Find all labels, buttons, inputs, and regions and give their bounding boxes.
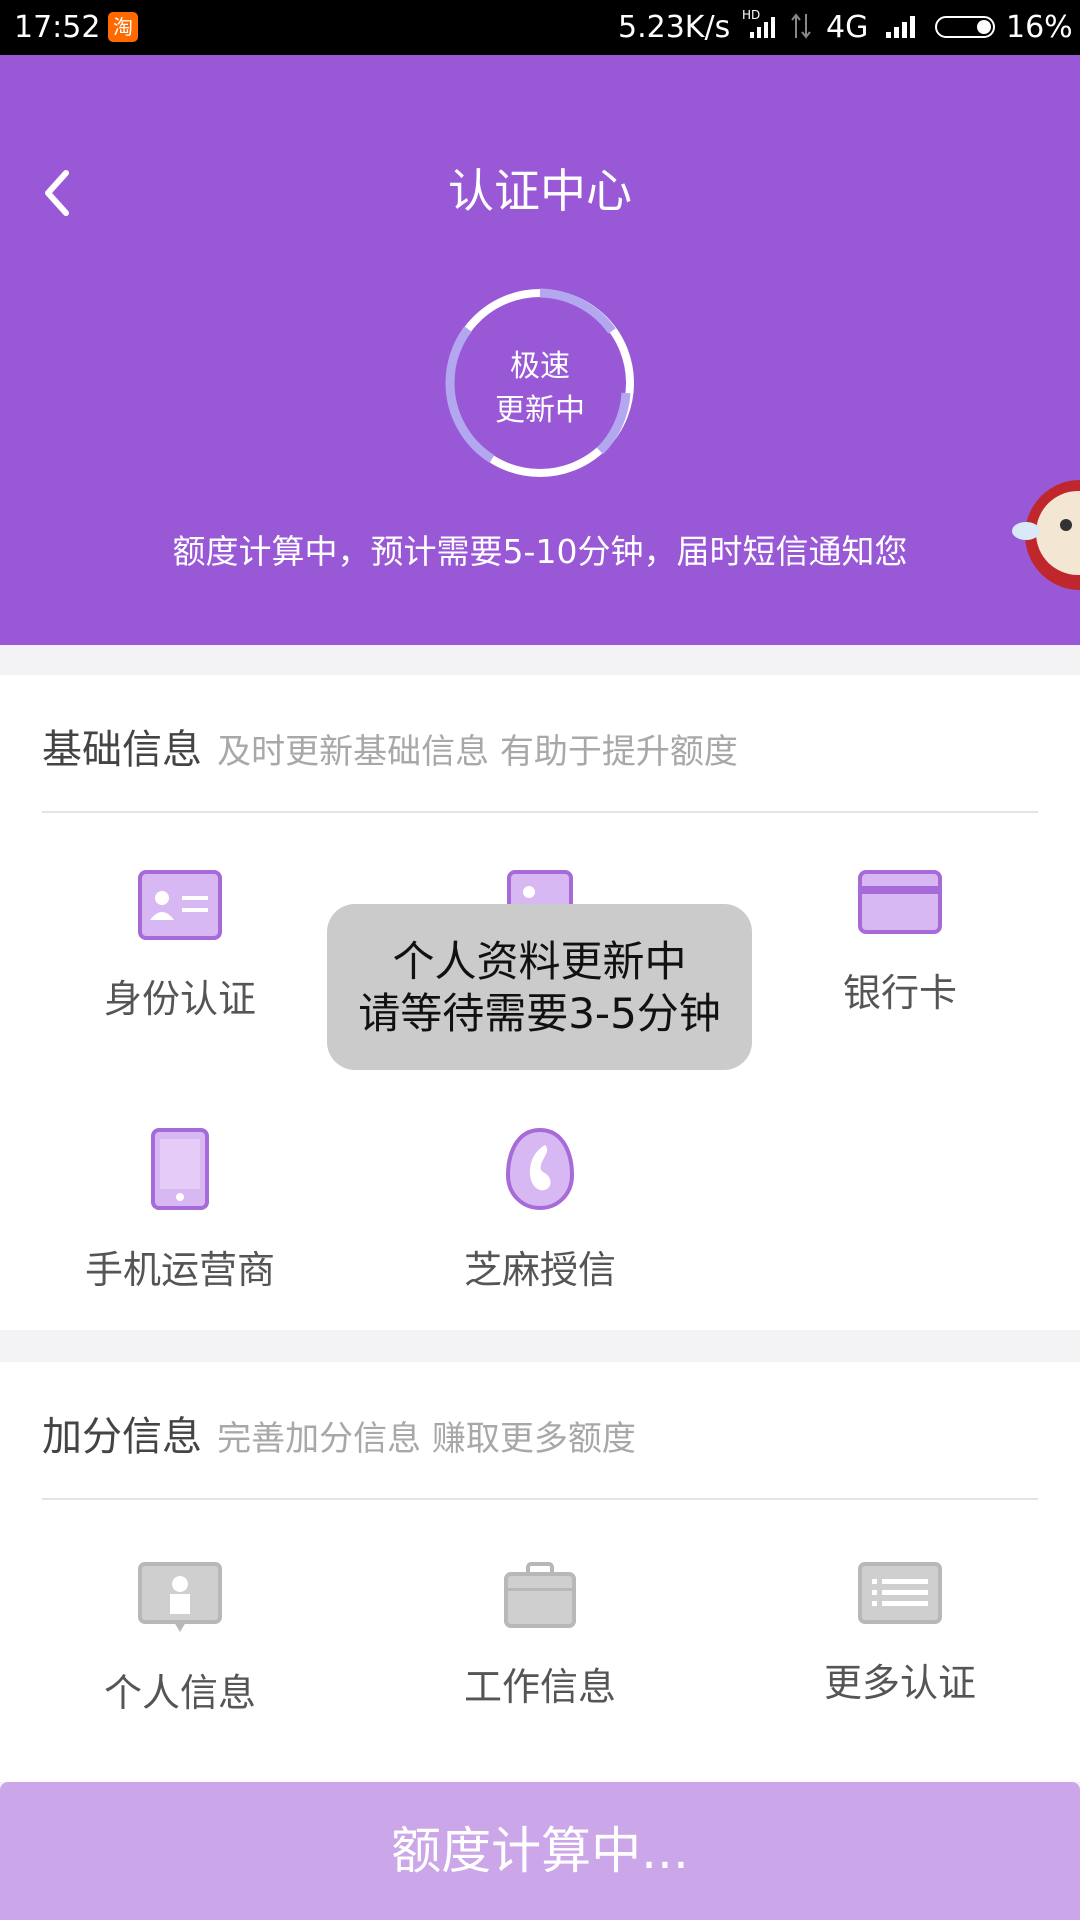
bonus-info-title: 加分信息 — [42, 1414, 202, 1460]
mobile-operator-label: 手机运营商 — [84, 1248, 275, 1292]
status-bar: 17:52 淘 5.23K/s HD 4G 16% — [0, 0, 1080, 55]
page-title: 认证中心 — [448, 164, 632, 218]
bank-card-label: 银行卡 — [842, 971, 957, 1015]
bank-card-item[interactable]: 银行卡 — [750, 870, 1050, 1017]
battery-percent: 16% — [1006, 10, 1073, 45]
more-verification-item[interactable]: 更多认证 — [750, 1562, 1050, 1707]
divider — [42, 1498, 1038, 1500]
mobile-operator-item[interactable]: 手机运营商 — [30, 1127, 330, 1294]
ring-label-line1: 极速 — [510, 349, 570, 384]
basic-info-title: 基础信息 — [42, 727, 202, 773]
work-info-label: 工作信息 — [463, 1665, 616, 1709]
id-card-icon — [138, 870, 222, 940]
bonus-info-header: 加分信息 完善加分信息 赚取更多额度 — [42, 1404, 636, 1462]
toast-line1: 个人资料更新中 — [392, 937, 687, 986]
bonus-info-section: 加分信息 完善加分信息 赚取更多额度 个人信息 工作信息 更多认证 — [0, 1362, 1080, 1782]
bank-card-icon — [858, 870, 942, 934]
update-toast: 个人资料更新中 请等待需要3-5分钟 — [327, 904, 752, 1070]
sesame-credit-label: 芝麻授信 — [463, 1248, 616, 1292]
network-type: 4G — [826, 10, 869, 45]
basic-info-header: 基础信息 及时更新基础信息 有助于提升额度 — [42, 717, 738, 775]
sesame-credit-item[interactable]: 芝麻授信 — [390, 1127, 690, 1294]
mascot-floating-icon[interactable] — [1010, 465, 1080, 605]
data-activity-icon — [791, 13, 811, 39]
network-speed: 5.23K/s — [618, 10, 731, 45]
more-verification-label: 更多认证 — [823, 1661, 976, 1705]
toast-line2: 请等待需要3-5分钟 — [358, 989, 721, 1038]
phone-icon — [151, 1128, 209, 1210]
bonus-info-subtitle: 完善加分信息 赚取更多额度 — [217, 1419, 636, 1459]
taobao-notification-icon: 淘 — [108, 12, 138, 42]
divider — [42, 811, 1038, 813]
battery-icon — [935, 16, 995, 38]
header-panel: 认证中心 极速 更新中 额度计算中，预计需要5-10分钟，届时短信通知您 — [0, 55, 1080, 645]
sesame-credit-icon — [505, 1127, 575, 1211]
calculating-button[interactable]: 额度计算中... — [0, 1782, 1080, 1920]
work-info-item[interactable]: 工作信息 — [390, 1562, 690, 1711]
personal-info-icon — [138, 1562, 222, 1632]
ring-label: 极速 更新中 — [440, 345, 640, 433]
identity-verification-label: 身份认证 — [103, 977, 256, 1021]
basic-info-subtitle: 及时更新基础信息 有助于提升额度 — [217, 732, 738, 772]
personal-info-item[interactable]: 个人信息 — [30, 1562, 330, 1717]
briefcase-icon — [504, 1562, 576, 1628]
personal-info-label: 个人信息 — [103, 1671, 256, 1715]
status-time: 17:52 — [14, 10, 101, 45]
signal-icon — [750, 17, 775, 38]
calculation-note: 额度计算中，预计需要5-10分钟，届时短信通知您 — [172, 532, 908, 571]
signal-strength-icon — [886, 16, 915, 38]
list-icon — [858, 1562, 942, 1624]
ring-label-line2: 更新中 — [495, 393, 585, 428]
identity-verification-item[interactable]: 身份认证 — [30, 870, 330, 1023]
